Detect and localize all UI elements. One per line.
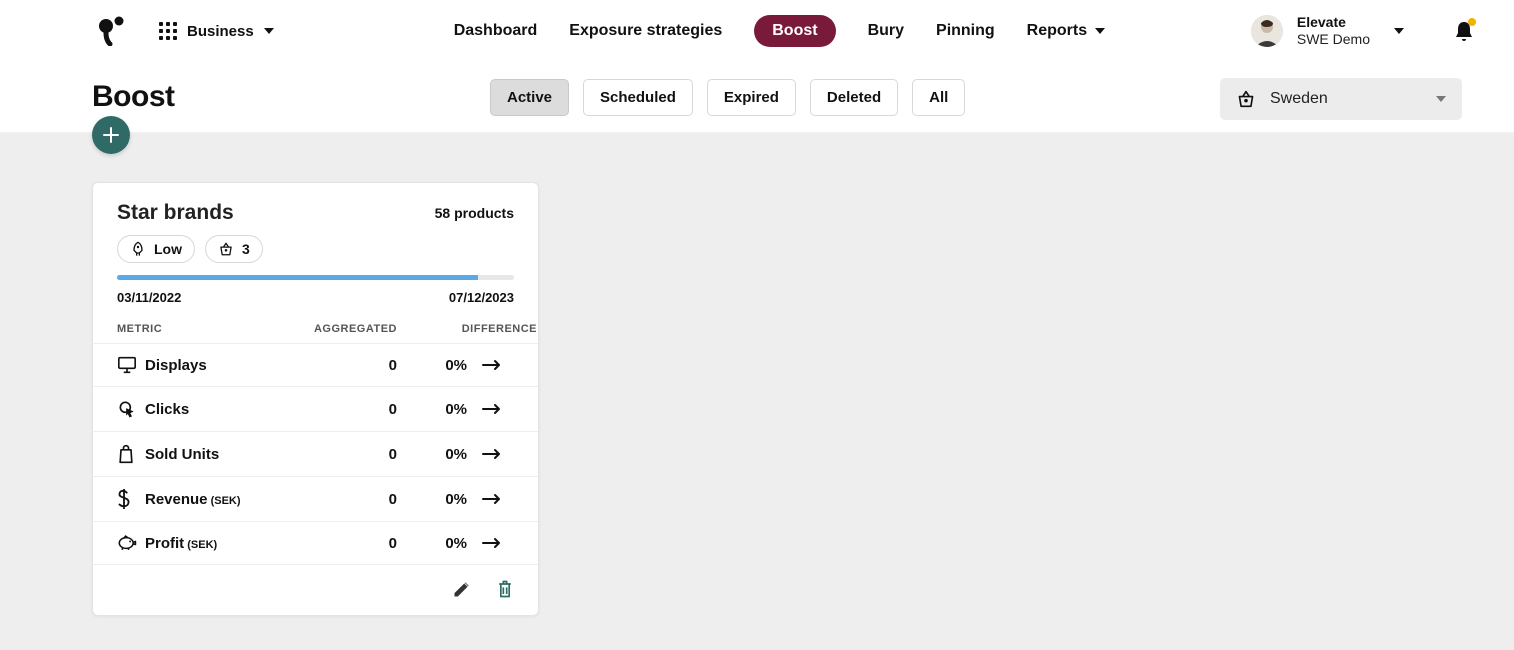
chevron-down-icon: [1095, 28, 1105, 34]
notification-dot: [1468, 18, 1476, 26]
content-area: Star brands 58 products Low 3: [0, 134, 1514, 650]
account-name: Elevate: [1297, 14, 1370, 31]
page-title: Boost: [92, 80, 175, 114]
market-selector[interactable]: Sweden: [1220, 78, 1462, 120]
boost-date-start: 03/11/2022: [117, 290, 181, 305]
boost-card-product-count: 58 products: [435, 205, 514, 221]
pencil-icon: [452, 579, 472, 599]
delete-button[interactable]: [496, 579, 514, 599]
metric-row-clicks: Clicks 0 0%: [93, 386, 538, 431]
col-difference: DIFFERENCE: [397, 323, 537, 335]
col-aggregated: AGGREGATED: [297, 323, 397, 335]
filter-tab-all[interactable]: All: [912, 79, 965, 116]
boost-date-end: 07/12/2023: [449, 290, 514, 305]
metric-aggregated: 0: [297, 535, 397, 552]
nav-bury[interactable]: Bury: [868, 22, 904, 40]
boost-level-chip[interactable]: Low: [117, 235, 195, 263]
boost-basket-chip[interactable]: 3: [205, 235, 263, 263]
rocket-icon: [130, 241, 146, 257]
notifications-button[interactable]: [1454, 20, 1474, 42]
dollar-icon: [117, 489, 145, 509]
chevron-down-icon: [264, 28, 274, 34]
col-metric: METRIC: [117, 323, 297, 335]
apps-grid-icon: [159, 22, 177, 40]
nav-reports-label: Reports: [1027, 22, 1087, 40]
metric-aggregated: 0: [297, 446, 397, 463]
boost-card-title: Star brands: [117, 201, 234, 225]
account-menu[interactable]: Elevate SWE Demo: [1251, 14, 1404, 48]
trash-icon: [496, 579, 514, 599]
nav-boost[interactable]: Boost: [754, 15, 835, 47]
chevron-down-icon: [1394, 28, 1404, 34]
top-nav-bar: Business Dashboard Exposure strategies B…: [0, 0, 1514, 62]
metric-label: Profit (SEK): [145, 535, 297, 552]
metric-aggregated: 0: [297, 357, 397, 374]
nav-dashboard[interactable]: Dashboard: [454, 22, 538, 40]
metric-difference: 0%: [397, 491, 467, 508]
metric-row-displays: Displays 0 0%: [93, 343, 538, 386]
metric-row-sold-units: Sold Units 0 0%: [93, 431, 538, 476]
bag-icon: [117, 444, 145, 464]
add-boost-button[interactable]: [92, 116, 130, 154]
filter-tab-scheduled[interactable]: Scheduled: [583, 79, 693, 116]
metric-row-profit: Profit (SEK) 0 0%: [93, 521, 538, 564]
nav-reports[interactable]: Reports: [1027, 22, 1105, 40]
primary-nav: Dashboard Exposure strategies Boost Bury…: [454, 15, 1105, 47]
arrow-right-icon: [467, 403, 503, 415]
boost-level-label: Low: [154, 241, 182, 257]
chevron-down-icon: [1436, 96, 1446, 102]
edit-button[interactable]: [452, 579, 472, 599]
arrow-right-icon: [467, 493, 503, 505]
metric-label: Revenue (SEK): [145, 491, 297, 508]
plus-icon: [102, 126, 120, 144]
boost-basket-count: 3: [242, 241, 250, 257]
basket-icon: [218, 242, 234, 256]
nav-exposure-strategies[interactable]: Exposure strategies: [569, 22, 722, 40]
piggy-bank-icon: [117, 534, 145, 552]
filter-tab-expired[interactable]: Expired: [707, 79, 796, 116]
metric-label: Displays: [145, 357, 297, 374]
filter-tab-active[interactable]: Active: [490, 79, 569, 116]
avatar: [1251, 15, 1283, 47]
metric-aggregated: 0: [297, 491, 397, 508]
status-filter-tabs: Active Scheduled Expired Deleted All: [490, 79, 965, 116]
app-switcher-label: Business: [187, 23, 254, 40]
metric-label: Sold Units: [145, 446, 297, 463]
metric-row-revenue: Revenue (SEK) 0 0%: [93, 476, 538, 521]
boost-card: Star brands 58 products Low 3: [92, 182, 539, 616]
brand-logo: [95, 14, 129, 48]
metric-aggregated: 0: [297, 401, 397, 418]
app-switcher[interactable]: Business: [159, 22, 274, 40]
arrow-right-icon: [467, 359, 503, 371]
account-text: Elevate SWE Demo: [1297, 14, 1370, 48]
nav-pinning[interactable]: Pinning: [936, 22, 995, 40]
arrow-right-icon: [467, 448, 503, 460]
monitor-icon: [117, 356, 145, 374]
market-label: Sweden: [1270, 90, 1422, 108]
metric-label: Clicks: [145, 401, 297, 418]
page-subheader: Boost Active Scheduled Expired Deleted A…: [0, 62, 1514, 134]
metric-difference: 0%: [397, 401, 467, 418]
arrow-right-icon: [467, 537, 503, 549]
metric-difference: 0%: [397, 357, 467, 374]
click-icon: [117, 399, 145, 419]
metric-difference: 0%: [397, 535, 467, 552]
metric-difference: 0%: [397, 446, 467, 463]
filter-tab-deleted[interactable]: Deleted: [810, 79, 898, 116]
account-subtitle: SWE Demo: [1297, 31, 1370, 48]
basket-icon: [1236, 90, 1256, 108]
